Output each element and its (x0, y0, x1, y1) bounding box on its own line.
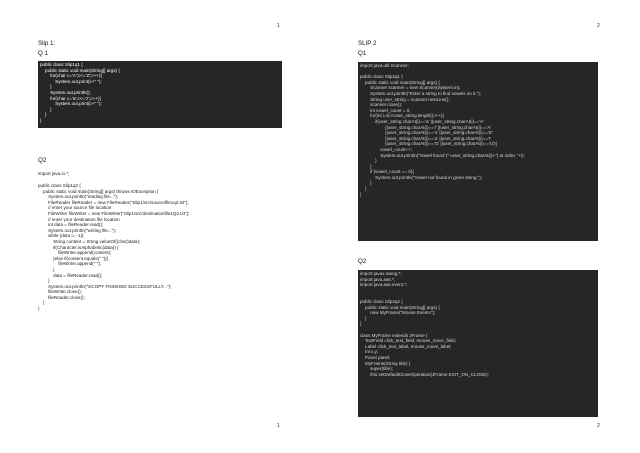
page-number-top: 2 (597, 23, 600, 29)
question-label: Q 1 (38, 50, 48, 57)
code-line: } (360, 191, 362, 197)
page-number-bottom: 1 (277, 423, 280, 429)
document-page-2: 2 SLIP 2 Q1 import java.util.Scanner; pub… (320, 0, 640, 453)
page-number-bottom: 2 (597, 423, 600, 429)
code-block-slip2-q1: import java.util.Scanner; public class Sl… (358, 62, 598, 241)
code-block-slip1-q2: public class Slip1q2 { public static voi… (38, 183, 288, 312)
question-label: Q2 (38, 157, 47, 164)
question-label: Q1 (358, 50, 367, 57)
code-line: } (38, 306, 40, 312)
document-page-1: 1 Slip 1: Q 1 public class Slip1q1 { pub… (0, 0, 320, 453)
code-line: this.setDefaultCloseOperation(JFrame.EXI… (360, 371, 489, 377)
code-block-slip2-q2: import javax.swing.*; import java.awt.*; i… (358, 270, 598, 417)
slip-title: SLIP 2 (358, 40, 377, 47)
code-block-slip1-q1: public class Slip1q1 { public static voi… (38, 61, 282, 128)
question-label: Q2 (358, 258, 367, 265)
slip-title: Slip 1: (38, 40, 56, 47)
code-line: } (40, 117, 42, 123)
code-line-import: import java.io.*; (38, 171, 70, 176)
page-number-top: 1 (277, 23, 280, 29)
